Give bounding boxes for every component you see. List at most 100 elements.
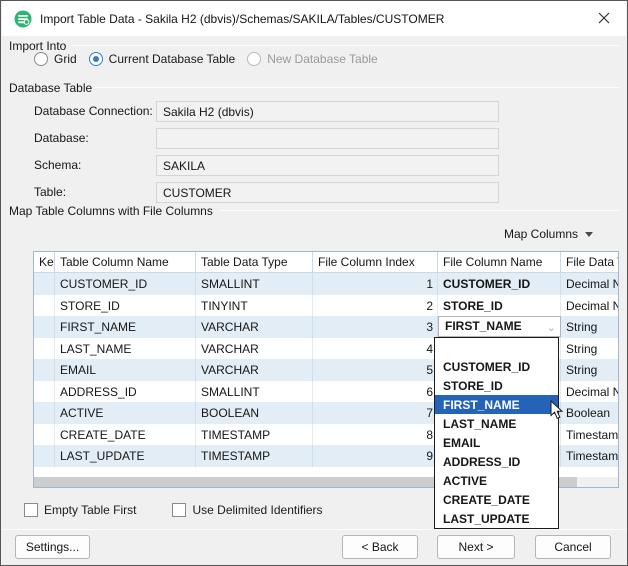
dropdown-item[interactable]: STORE_ID — [435, 376, 558, 395]
table-row[interactable]: STORE_ID TINYINT 2 STORE_ID Decimal Numb… — [34, 295, 618, 317]
import-into-group-label: Import Into — [9, 39, 66, 53]
cell-table-data-type: SMALLINT — [196, 381, 313, 403]
file-column-name-dropdown: CUSTOMER_ID STORE_ID FIRST_NAME LAST_NAM… — [434, 337, 559, 529]
file-column-name-combobox[interactable]: FIRST_NAME ⌄ — [438, 316, 561, 338]
header-file-column-name[interactable]: File Column Name — [438, 252, 561, 272]
empty-table-first-label: Empty Table First — [44, 503, 136, 517]
database-connection-value: Sakila H2 (dbvis) — [163, 105, 254, 119]
import-into-group-line — [71, 45, 619, 46]
cancel-button[interactable]: Cancel — [535, 535, 611, 559]
back-button[interactable]: < Back — [342, 535, 418, 559]
cell-file-data-type: String — [561, 316, 619, 338]
close-icon — [598, 12, 610, 24]
cell-table-column-name: LAST_UPDATE — [55, 445, 196, 467]
cell-file-column-index: 9 — [313, 445, 438, 467]
dropdown-item-blank[interactable] — [435, 338, 558, 357]
dropdown-item[interactable]: CREATE_DATE — [435, 491, 558, 510]
table-label: Table: — [34, 185, 66, 199]
header-file-column-index[interactable]: File Column Index — [313, 252, 438, 272]
cell-key — [34, 295, 55, 317]
combobox-chevron-icon: ⌄ — [547, 321, 556, 334]
app-icon — [14, 10, 32, 28]
options-row: Empty Table First Use Delimited Identifi… — [24, 503, 323, 517]
cell-table-column-name: CREATE_DATE — [55, 424, 196, 446]
map-columns-label: Map Columns — [504, 227, 578, 241]
cell-file-data-type: Timestamp — [561, 445, 619, 467]
dropdown-item[interactable]: LAST_UPDATE — [435, 510, 558, 529]
next-button[interactable]: Next > — [437, 535, 515, 559]
cell-table-column-name: ACTIVE — [55, 402, 196, 424]
radio-grid[interactable]: Grid — [34, 52, 77, 66]
dropdown-item[interactable]: ACTIVE — [435, 472, 558, 491]
table-value: CUSTOMER — [163, 186, 231, 200]
cell-file-data-type: Boolean — [561, 402, 619, 424]
cell-table-column-name: CUSTOMER_ID — [55, 273, 196, 295]
dropdown-item-selected[interactable]: FIRST_NAME — [435, 395, 558, 414]
cell-key — [34, 424, 55, 446]
mapping-group-label: Map Table Columns with File Columns — [9, 204, 213, 218]
database-label: Database: — [34, 131, 89, 145]
database-connection-label: Database Connection: — [34, 104, 153, 118]
dropdown-item[interactable]: ADDRESS_ID — [435, 453, 558, 472]
cell-table-data-type: TIMESTAMP — [196, 424, 313, 446]
mapping-group-line — [219, 210, 619, 211]
title-bar: Import Table Data - Sakila H2 (dbvis)/Sc… — [2, 1, 626, 36]
radio-new-database-table: New Database Table — [247, 52, 378, 66]
cell-key — [34, 338, 55, 360]
schema-label: Schema: — [34, 158, 81, 172]
settings-button[interactable]: Settings... — [15, 535, 90, 559]
header-file-data-type[interactable]: File Data Type — [561, 252, 619, 272]
empty-table-first-box — [24, 503, 38, 517]
footer-separator — [2, 529, 626, 530]
radio-grid-label: Grid — [54, 52, 77, 66]
use-delimited-identifiers-box — [172, 503, 186, 517]
radio-current-database-table[interactable]: Current Database Table — [89, 52, 236, 66]
mouse-cursor-icon — [550, 400, 564, 423]
cell-table-data-type: SMALLINT — [196, 273, 313, 295]
cell-table-column-name: STORE_ID — [55, 295, 196, 317]
use-delimited-identifiers-checkbox[interactable]: Use Delimited Identifiers — [172, 503, 322, 517]
header-table-data-type[interactable]: Table Data Type — [196, 252, 313, 272]
cell-file-column-name[interactable]: STORE_ID — [438, 295, 561, 317]
cell-table-data-type: TIMESTAMP — [196, 445, 313, 467]
dropdown-item[interactable]: LAST_NAME — [435, 414, 558, 433]
cell-file-data-type: Decimal Number — [561, 273, 619, 295]
radio-new-database-table-label: New Database Table — [267, 52, 378, 66]
dropdown-item[interactable]: EMAIL — [435, 433, 558, 452]
import-table-data-dialog: Import Table Data - Sakila H2 (dbvis)/Sc… — [0, 0, 628, 566]
cell-file-column-index: 4 — [313, 338, 438, 360]
cell-file-data-type: String — [561, 359, 619, 381]
radio-current-database-table-circle — [89, 52, 103, 66]
close-button[interactable] — [589, 5, 619, 31]
cell-table-data-type: BOOLEAN — [196, 402, 313, 424]
schema-field: SAKILA — [156, 155, 499, 176]
header-table-column-name[interactable]: Table Column Name — [55, 252, 196, 272]
cell-file-column-index: 5 — [313, 359, 438, 381]
header-key[interactable]: Key — [34, 252, 55, 272]
dropdown-item[interactable]: CUSTOMER_ID — [435, 357, 558, 376]
database-connection-field: Sakila H2 (dbvis) — [156, 101, 499, 122]
schema-value: SAKILA — [163, 159, 205, 173]
radio-grid-circle — [34, 52, 48, 66]
empty-table-first-checkbox[interactable]: Empty Table First — [24, 503, 136, 517]
table-row[interactable]: CUSTOMER_ID SMALLINT 1 CUSTOMER_ID Decim… — [34, 273, 618, 295]
cell-file-column-index: 7 — [313, 402, 438, 424]
cell-key — [34, 445, 55, 467]
cell-table-column-name: ADDRESS_ID — [55, 381, 196, 403]
window-title: Import Table Data - Sakila H2 (dbvis)/Sc… — [40, 12, 444, 26]
cell-key — [34, 381, 55, 403]
radio-current-database-table-label: Current Database Table — [109, 52, 236, 66]
cell-table-column-name: LAST_NAME — [55, 338, 196, 360]
use-delimited-identifiers-label: Use Delimited Identifiers — [192, 503, 322, 517]
chevron-down-icon — [585, 232, 593, 237]
cell-file-column-index: 2 — [313, 295, 438, 317]
map-columns-button[interactable]: Map Columns — [504, 224, 593, 244]
radio-new-database-table-circle — [247, 52, 261, 66]
import-into-radio-group: Grid Current Database Table New Database… — [34, 52, 378, 66]
cell-file-data-type: Timestamp — [561, 424, 619, 446]
cell-file-column-name[interactable]: CUSTOMER_ID — [438, 273, 561, 295]
table-field: CUSTOMER — [156, 182, 499, 203]
cell-key — [34, 316, 55, 338]
table-header-row: Key Table Column Name Table Data Type Fi… — [34, 252, 618, 273]
database-table-group-label: Database Table — [9, 81, 92, 95]
